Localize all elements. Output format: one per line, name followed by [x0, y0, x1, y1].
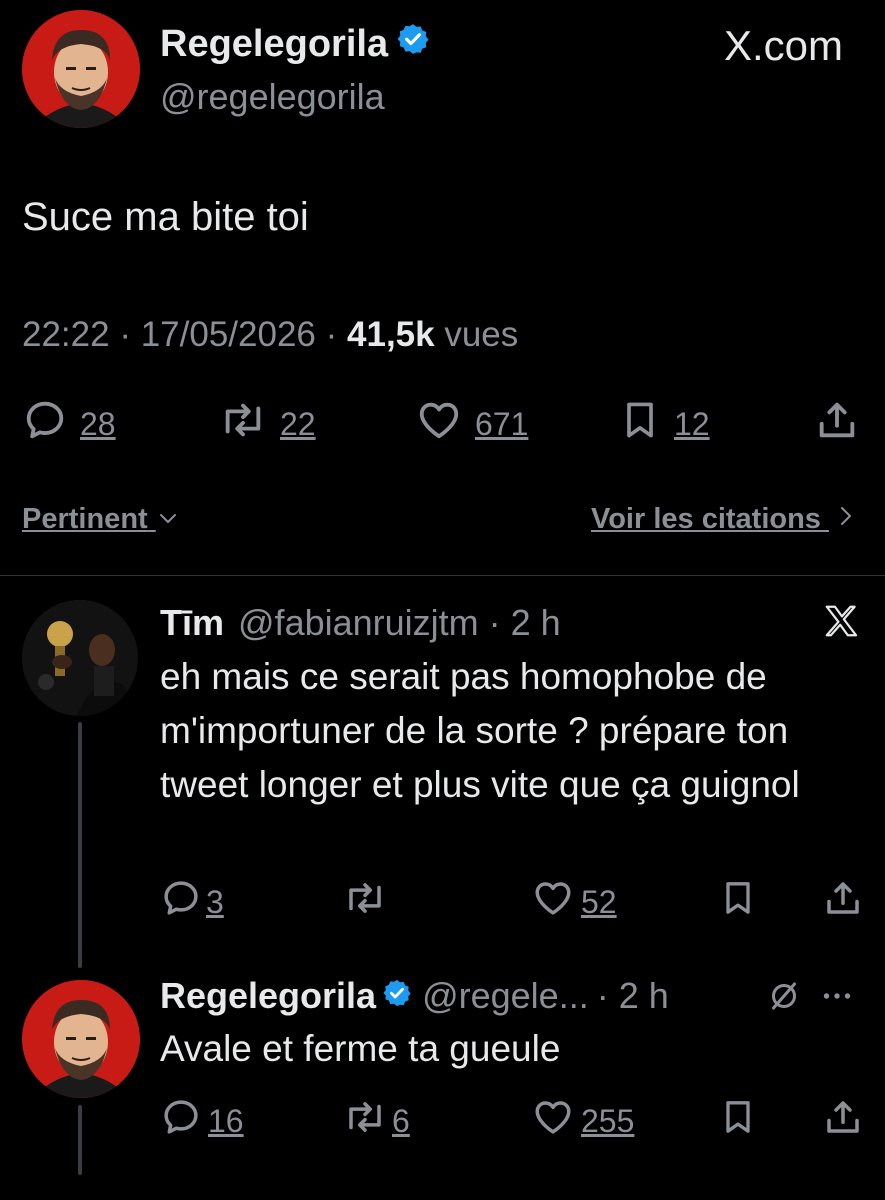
verified-badge-icon: [396, 22, 430, 66]
x-logo-icon: [821, 602, 861, 645]
like-button[interactable]: 671: [415, 397, 528, 451]
reply-count: 28: [80, 405, 116, 442]
reply-time[interactable]: · 2 h: [489, 602, 561, 644]
reply-text: Avale et ferme ta gueule: [160, 1028, 561, 1069]
like-button[interactable]: 52: [531, 877, 617, 927]
reply-author-handle[interactable]: @fabianruizjtm: [238, 602, 479, 644]
like-icon: [531, 877, 575, 927]
reply-author-row[interactable]: Tīm @fabianruizjtm · 2 h: [160, 602, 561, 644]
bookmark-button[interactable]: [718, 1096, 758, 1146]
repost-count: 6: [392, 1102, 410, 1139]
like-icon: [531, 1096, 575, 1146]
tweet-meta: 22:22 · 17/05/2026 · 41,5k vues: [22, 315, 518, 355]
like-icon: [415, 397, 463, 451]
sort-label: Pertinent: [22, 503, 148, 535]
share-button[interactable]: [822, 877, 864, 927]
grok-icon[interactable]: [766, 978, 802, 1014]
reply-count: 16: [208, 1102, 244, 1139]
views-label: vues: [444, 315, 519, 354]
like-count: 52: [581, 883, 617, 920]
reply-button[interactable]: 16: [160, 1096, 244, 1146]
repost-button[interactable]: [342, 877, 388, 927]
view-quotes-label: Voir les citations: [591, 503, 821, 535]
share-icon: [822, 877, 864, 927]
reply-count: 3: [206, 883, 224, 920]
sort-dropdown[interactable]: Pertinent: [22, 503, 180, 537]
author-display-name[interactable]: Regelegorila: [160, 23, 388, 66]
reply-author-handle[interactable]: @regele...: [422, 975, 589, 1017]
meta-separator: ·: [119, 315, 131, 354]
tweet-actions: 28 22 671 12: [0, 397, 885, 447]
view-quotes-link[interactable]: Voir les citations: [591, 503, 855, 537]
verified-badge-icon: [382, 975, 412, 1017]
reply-icon: [160, 1096, 202, 1146]
tweet-text: Suce ma bite toi: [22, 195, 309, 239]
share-button[interactable]: [822, 1096, 864, 1146]
reply-author-name[interactable]: Regelegorila: [160, 975, 376, 1017]
avatar[interactable]: [22, 10, 140, 128]
reply-author-row[interactable]: Regelegorila @regele... · 2 h: [160, 975, 669, 1017]
reply-actions: 16 6 255: [0, 1096, 885, 1146]
author-name-row[interactable]: Regelegorila: [160, 22, 430, 66]
reply-button[interactable]: 3: [160, 877, 224, 927]
avatar[interactable]: [22, 980, 140, 1098]
author-handle[interactable]: @regelegorila: [160, 76, 385, 118]
reply-icon: [160, 877, 202, 927]
bookmark-count: 12: [674, 405, 710, 442]
chevron-right-icon: [837, 503, 855, 537]
bookmark-button[interactable]: [718, 877, 758, 927]
more-icon[interactable]: [818, 978, 856, 1014]
like-count: 671: [475, 405, 529, 442]
tweet-date[interactable]: 17/05/2026: [141, 315, 316, 354]
avatar[interactable]: [22, 600, 138, 716]
tweet-time[interactable]: 22:22: [22, 315, 110, 354]
reply-author-name[interactable]: Tīm: [160, 602, 224, 644]
bookmark-icon: [618, 397, 662, 451]
repost-count: 22: [280, 405, 316, 442]
reply-text: eh mais ce serait pas homophobe de m'imp…: [160, 656, 800, 805]
bookmark-button[interactable]: 12: [618, 397, 710, 451]
repost-icon: [218, 397, 268, 451]
thread-line: [78, 722, 82, 968]
repost-button[interactable]: 6: [342, 1096, 410, 1146]
brand-label: X.com: [723, 22, 843, 69]
reply-actions: 3 52: [0, 877, 885, 927]
section-divider: [0, 575, 885, 576]
share-icon: [822, 1096, 864, 1146]
bookmark-icon: [718, 1096, 758, 1146]
repost-icon: [342, 1096, 388, 1146]
tweet-screenshot: Regelegorila @regelegorila X.com Suce ma…: [0, 0, 885, 1200]
chevron-down-icon: [156, 504, 180, 537]
bookmark-icon: [718, 877, 758, 927]
reply-icon: [22, 397, 68, 451]
repost-icon: [342, 877, 388, 927]
views-count[interactable]: 41,5k: [347, 315, 435, 354]
reply-button[interactable]: 28: [22, 397, 116, 451]
reply-time[interactable]: · 2 h: [597, 975, 669, 1017]
meta-separator: ·: [325, 315, 338, 354]
share-icon: [814, 397, 860, 451]
share-button[interactable]: [814, 397, 860, 451]
like-count: 255: [581, 1102, 635, 1139]
like-button[interactable]: 255: [531, 1096, 634, 1146]
repost-button[interactable]: 22: [218, 397, 316, 451]
